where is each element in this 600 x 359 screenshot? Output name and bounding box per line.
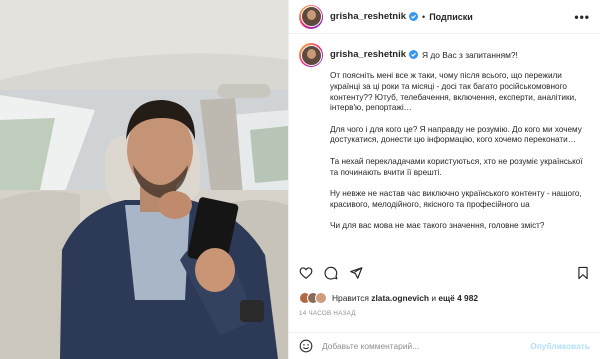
caption-author-avatar[interactable] xyxy=(299,43,323,67)
post-header: grisha_reshetnik • Подписки ••• xyxy=(289,0,600,34)
comment-icon[interactable] xyxy=(324,266,338,280)
liker-avatar xyxy=(315,292,327,304)
post-panel: grisha_reshetnik • Подписки ••• grisha_r… xyxy=(288,0,600,359)
caption-first-line: Я до Вас з запитанням?! xyxy=(422,49,518,60)
author-username[interactable]: grisha_reshetnik xyxy=(330,11,406,22)
comment-bar: Опубликовать xyxy=(289,332,600,359)
caption-author-username[interactable]: grisha_reshetnik xyxy=(330,49,406,60)
publish-button[interactable]: Опубликовать xyxy=(530,341,590,351)
heart-icon[interactable] xyxy=(299,266,313,280)
more-options-icon[interactable]: ••• xyxy=(574,10,590,24)
caption-paragraph: От поясніть мені все ж таки, чому після … xyxy=(330,71,577,113)
likes-row: Нравится zlata.ognevich и ещё 4 982 xyxy=(299,292,590,304)
verified-badge-icon xyxy=(409,50,419,59)
likes-conjunction: и xyxy=(431,293,437,303)
caption-area: grisha_reshetnik Я до Вас з запитанням?!… xyxy=(289,35,600,257)
emoji-icon[interactable] xyxy=(299,339,313,353)
caption-paragraph: Для чого і для кого це? Я направду не ро… xyxy=(330,124,582,145)
author-avatar[interactable] xyxy=(299,4,323,29)
liker-username[interactable]: zlata.ognevich xyxy=(371,293,429,303)
action-bar xyxy=(289,262,600,284)
caption-paragraph: Чи для вас мова не має такого значення, … xyxy=(330,220,545,230)
bookmark-icon[interactable] xyxy=(576,266,590,280)
header-separator: • xyxy=(422,11,426,22)
caption-header: grisha_reshetnik Я до Вас з запитанням?! xyxy=(299,43,590,67)
verified-badge-icon xyxy=(409,12,419,21)
post-photo[interactable] xyxy=(0,0,288,359)
following-button[interactable]: Подписки xyxy=(429,12,473,22)
caption-paragraph: Ну невже не настав час виключно українсь… xyxy=(330,188,582,209)
likes-prefix: Нравится xyxy=(332,293,369,303)
liker-avatars[interactable] xyxy=(299,292,327,304)
comment-input[interactable] xyxy=(322,341,525,351)
caption-paragraph: Та нехай перекладачами користуються, хто… xyxy=(330,156,583,177)
share-icon[interactable] xyxy=(349,266,363,280)
photo-illustration xyxy=(0,0,288,359)
caption-body: От поясніть мені все ж таки, чому після … xyxy=(330,71,590,232)
post-timestamp[interactable]: 14 ЧАСОВ НАЗАД xyxy=(299,310,356,317)
likes-count[interactable]: ещё 4 982 xyxy=(438,293,478,303)
